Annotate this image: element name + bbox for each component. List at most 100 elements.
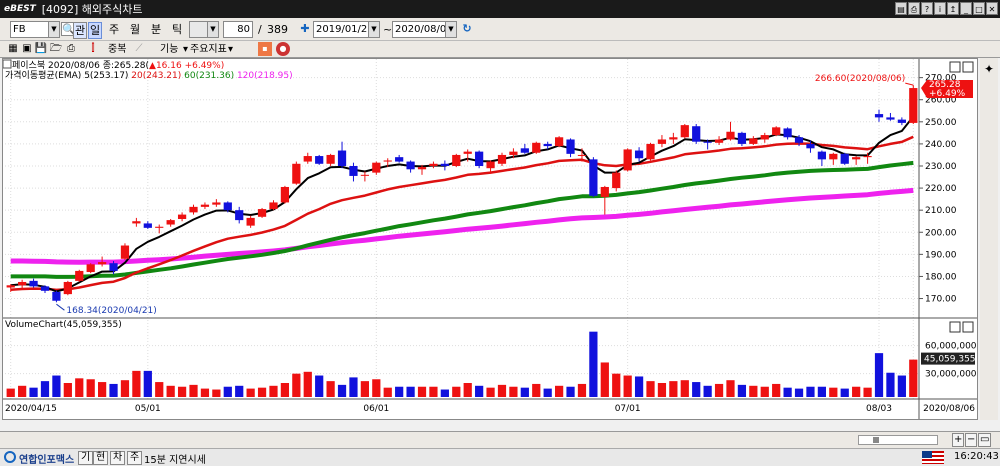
chart-svg[interactable]: 170.00 180.00 190.00 200.00 210.00 220.00 230.… — [2, 59, 977, 419]
zoom-slider[interactable] — [858, 435, 938, 445]
candle-body — [452, 154, 461, 166]
status-button-차[interactable]: 차 — [110, 451, 126, 465]
volume-bar — [463, 383, 472, 397]
interval-dropdown-icon[interactable]: ▼ — [207, 21, 219, 38]
info-icon[interactable]: i — [934, 2, 946, 15]
candle-type-icon[interactable]: ⫿ — [86, 42, 100, 56]
end-date-dropdown-icon[interactable]: ▼ — [445, 21, 457, 38]
candle-body — [63, 281, 72, 295]
clock: 16:20:43 — [954, 451, 999, 462]
count-input[interactable]: 80 — [223, 21, 253, 38]
export-icon[interactable]: ▪ — [258, 42, 272, 56]
status-button-주[interactable]: 주 — [127, 451, 143, 465]
volume-bar — [840, 388, 849, 397]
zoom-out-icon[interactable]: − — [965, 433, 978, 447]
candle-body — [772, 127, 781, 136]
candle-body — [806, 143, 815, 149]
volume-bar — [749, 385, 758, 397]
layout-icon[interactable]: ▣ — [20, 42, 34, 56]
status-button-현[interactable]: 현 — [93, 451, 109, 465]
candle-body — [726, 131, 735, 140]
volume-bar — [612, 373, 621, 397]
status-button-기[interactable]: 기 — [78, 451, 94, 465]
pin-icon[interactable]: ↥ — [947, 2, 959, 15]
symbol-dropdown-icon[interactable]: ▼ — [48, 21, 60, 38]
volume-bar — [554, 385, 564, 397]
candle-body — [817, 151, 827, 160]
volume-bar — [897, 375, 906, 397]
volume-bar — [509, 386, 518, 397]
print-chart-icon[interactable]: ⎙ — [64, 42, 78, 56]
candle-body — [132, 221, 141, 224]
plus-icon[interactable]: ✚ — [298, 22, 312, 36]
volume-bar — [589, 331, 598, 397]
save-icon[interactable]: 💾 — [34, 42, 48, 56]
minimize-icon[interactable]: _ — [960, 2, 972, 15]
y-tick-label: 250.00 — [925, 118, 957, 128]
reset-zoom-icon[interactable]: ▭ — [978, 433, 992, 447]
volume-bar — [212, 389, 221, 397]
indicator-menu[interactable]: 주요지표 — [190, 42, 227, 57]
volume-bar — [269, 385, 278, 397]
refresh-icon[interactable]: ↻ — [460, 22, 474, 36]
candle-body — [235, 210, 244, 221]
volume-bar — [257, 387, 267, 397]
start-date-dropdown-icon[interactable]: ▼ — [368, 21, 380, 38]
candle-body — [657, 139, 667, 144]
candle-body — [646, 143, 655, 160]
period-tab-분[interactable]: 분 — [151, 22, 161, 37]
volume-bar — [783, 387, 792, 397]
alert-icon[interactable]: ● — [276, 42, 290, 56]
period-tab-일[interactable]: 일 — [88, 22, 103, 39]
volume-tag-value: 45,059,355 — [924, 355, 976, 365]
volume-bar — [543, 388, 552, 397]
volume-bar — [326, 381, 335, 397]
link-icon[interactable]: ▤ — [895, 2, 907, 15]
volume-bar — [200, 388, 210, 397]
period-tab-주[interactable]: 주 — [109, 22, 119, 37]
us-flag-icon — [922, 451, 944, 464]
maximize-icon[interactable]: □ — [973, 2, 985, 15]
candle-body — [543, 143, 552, 147]
chart-area[interactable]: 170.00 180.00 190.00 200.00 210.00 220.00 230.… — [2, 58, 978, 420]
line-tool-icon[interactable]: ⟋ — [132, 42, 146, 56]
candle-body — [692, 126, 701, 142]
volume-bar — [634, 376, 644, 397]
candle-body — [886, 117, 895, 120]
candle-body — [6, 285, 15, 288]
zoom-in-icon[interactable]: + — [952, 433, 965, 447]
help-icon[interactable]: ? — [921, 2, 933, 15]
period-tab-관[interactable]: 관 — [73, 22, 88, 39]
panel-toggle-icon[interactable]: ✦ — [982, 62, 996, 76]
indicator-dropdown-icon[interactable]: ▾ — [228, 42, 233, 57]
overlap-toggle[interactable]: 중복 — [108, 42, 126, 57]
zoom-slider-thumb[interactable] — [873, 437, 879, 443]
period-tab-틱[interactable]: 틱 — [172, 22, 182, 37]
volume-bar — [726, 380, 735, 397]
folder-icon[interactable]: 🗁 — [49, 42, 63, 56]
function-dropdown-icon[interactable]: ▾ — [183, 42, 188, 57]
volume-bar — [360, 381, 370, 397]
period-tab-월[interactable]: 월 — [130, 22, 140, 37]
candle-body — [794, 137, 804, 143]
candle-body — [200, 204, 210, 207]
volume-tick-label: 60,000,000 — [925, 342, 977, 352]
volume-bar — [280, 383, 290, 397]
candle-body — [257, 209, 267, 217]
candle-body — [177, 214, 187, 220]
function-menu[interactable]: 기능 — [160, 42, 178, 57]
print-icon[interactable]: ⎙ — [908, 2, 920, 15]
start-date-input[interactable]: 2019/01/23 — [313, 21, 374, 38]
chart-settings-icon[interactable]: ▦ — [6, 42, 20, 56]
candle-body — [440, 163, 449, 166]
x-tick-label: 2020/04/15 — [5, 404, 57, 414]
volume-bar — [29, 387, 38, 397]
close-icon[interactable]: ✕ — [986, 2, 998, 15]
candle-body — [509, 151, 518, 155]
price-legend: 페이스북 2020/08/06 종:265.28(▲16.16 +6.49%) — [12, 60, 224, 71]
volume-bar — [760, 386, 769, 397]
volume-bar — [909, 359, 918, 397]
panel-close-icon — [962, 61, 974, 73]
candle-body — [897, 119, 906, 123]
end-date-input[interactable]: 2020/08/06 — [392, 21, 453, 38]
